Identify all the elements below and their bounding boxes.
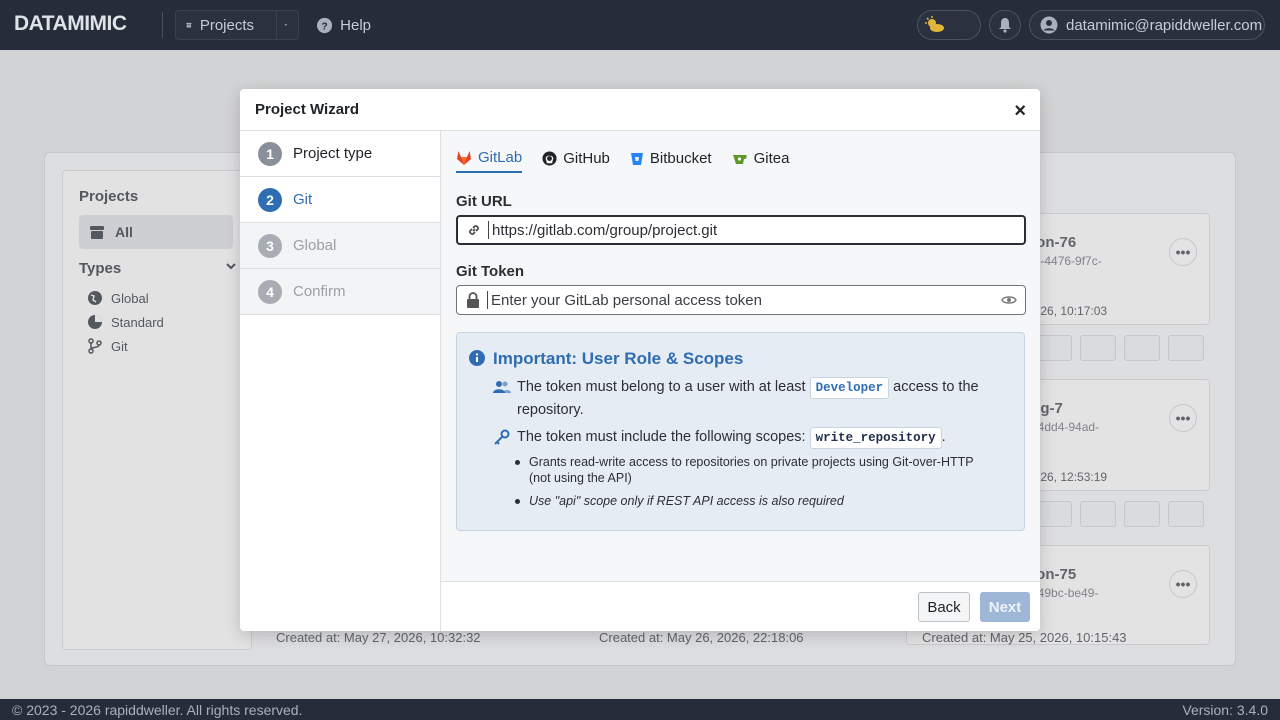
link-icon <box>464 222 484 238</box>
step-label: Global <box>293 237 337 254</box>
nav-divider <box>162 12 163 38</box>
step-label: Git <box>293 191 313 208</box>
step-number: 3 <box>258 233 282 258</box>
git-token-label: Git Token <box>456 263 525 280</box>
modal-title: Project Wizard <box>255 101 360 118</box>
bell-icon <box>999 18 1011 33</box>
brand-logo[interactable]: DATAMIMIC <box>14 12 127 36</box>
git-url-label: Git URL <box>456 193 512 210</box>
step-label: Confirm <box>293 283 346 300</box>
git-token-field[interactable] <box>456 285 1026 315</box>
top-nav: DATAMIMIC Projects ? Help datamimic@rapi… <box>0 0 1280 50</box>
gitlab-icon <box>457 151 471 165</box>
git-token-input[interactable] <box>491 291 971 309</box>
tab-gitlab[interactable]: GitLab <box>456 149 523 173</box>
version-text: Version: 3.4.0 <box>1182 701 1268 718</box>
git-provider-tabs: GitLab GitHub Bitbucket Gitea <box>456 149 789 173</box>
scope-bullet-2: Use "api" scope only if REST API access … <box>515 494 844 508</box>
git-url-input[interactable] <box>492 221 972 239</box>
help-nav-label: Help <box>340 16 371 34</box>
project-wizard-modal: Project Wizard × 1 Project type 2 Git 3 … <box>240 89 1040 631</box>
tab-github[interactable]: GitHub <box>542 149 610 173</box>
page-footer: © 2023 - 2026 rapiddweller. All rights r… <box>0 699 1280 720</box>
user-email: datamimic@rapiddweller.com <box>1066 16 1263 34</box>
wizard-steps: 1 Project type 2 Git 3 Global 4 Confirm <box>240 131 441 631</box>
user-menu[interactable]: datamimic@rapiddweller.com <box>1029 10 1265 40</box>
scope-requirement: The token must include the following sco… <box>517 426 946 449</box>
close-icon[interactable]: × <box>1014 100 1026 123</box>
projects-nav-label: Projects <box>199 16 254 34</box>
developer-role-badge: Developer <box>809 377 890 399</box>
step-project-type[interactable]: 1 Project type <box>240 131 440 177</box>
step-number: 4 <box>258 279 282 304</box>
archive-icon <box>186 22 192 28</box>
next-button[interactable]: Next <box>980 592 1030 622</box>
question-circle-icon: ? <box>317 17 333 33</box>
back-button[interactable]: Back <box>918 592 970 622</box>
gitea-icon <box>732 154 747 164</box>
copyright-text: © 2023 - 2026 rapiddweller. All rights r… <box>12 701 303 718</box>
key-icon <box>493 429 511 450</box>
wizard-content: GitLab GitHub Bitbucket Gitea Git URL ht… <box>441 131 1040 581</box>
users-icon <box>493 380 511 399</box>
write-repository-scope-badge: write_repository <box>809 427 942 449</box>
lock-icon <box>463 292 483 308</box>
svg-text:?: ? <box>321 21 327 32</box>
eye-icon[interactable] <box>1001 293 1017 310</box>
tab-bitbucket[interactable]: Bitbucket <box>630 149 712 173</box>
help-nav-button[interactable]: ? Help <box>307 10 381 40</box>
github-icon <box>542 151 557 166</box>
tab-gitea[interactable]: Gitea <box>732 149 789 173</box>
step-number: 2 <box>258 187 282 212</box>
user-circle-icon <box>1040 16 1058 34</box>
sun-cloud-icon <box>925 16 944 32</box>
git-url-field[interactable] <box>456 215 1026 245</box>
step-confirm: 4 Confirm <box>240 269 440 315</box>
modal-header: Project Wizard × <box>240 89 1040 131</box>
step-number: 1 <box>258 141 282 166</box>
step-label: Project type <box>293 145 373 162</box>
bitbucket-icon <box>630 152 643 165</box>
info-title: Important: User Role & Scopes <box>493 349 744 368</box>
role-requirement: The token must belong to a user with at … <box>517 377 979 418</box>
scopes-info-box: Important: User Role & Scopes The token … <box>456 332 1025 531</box>
step-git[interactable]: 2 Git <box>240 177 440 223</box>
modal-footer: Back Next <box>441 581 1040 631</box>
step-global: 3 Global <box>240 223 440 269</box>
notifications-button[interactable] <box>989 10 1021 40</box>
theme-toggle[interactable] <box>917 10 981 40</box>
caret-down-icon[interactable] <box>284 20 288 30</box>
info-circle-icon <box>469 350 485 371</box>
projects-nav-button[interactable]: Projects <box>175 10 299 40</box>
scope-bullet-1: Grants read-write access to repositories… <box>515 455 974 485</box>
